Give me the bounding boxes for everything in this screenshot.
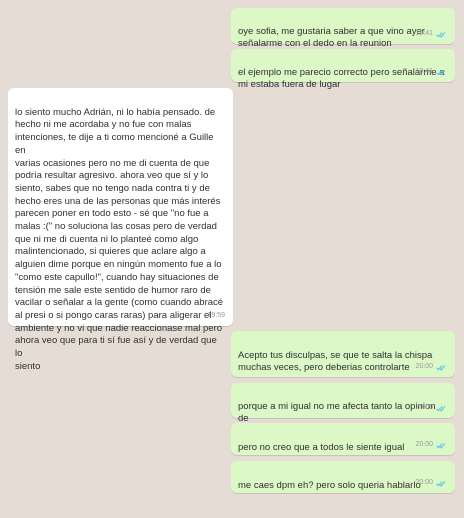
message-time: 20:00: [415, 363, 433, 371]
message-meta: 19:41: [415, 66, 447, 79]
message-meta: 20:00: [415, 477, 447, 490]
double-check-read-icon: [436, 443, 446, 449]
message-meta: 19:59: [207, 310, 225, 323]
message-bubble-outgoing[interactable]: porque a mi igual no me afecta tanto la …: [231, 383, 455, 437]
double-check-read-icon: [436, 70, 446, 76]
message-time: 19:59: [207, 312, 225, 320]
message-bubble-outgoing[interactable]: el ejemplo me parecio correcto pero seña…: [231, 49, 455, 90]
message-time: 20:00: [415, 404, 433, 412]
message-bubble-incoming[interactable]: lo siento mucho Adrián, ni lo había pens…: [8, 88, 233, 372]
double-check-read-icon: [436, 32, 446, 38]
message-time: 19:41: [415, 68, 433, 76]
chat-conversation: oye sofia, me gustaria saber a que vino …: [0, 0, 464, 499]
double-check-read-icon: [436, 406, 446, 412]
double-check-read-icon: [436, 365, 446, 371]
message-meta: 19:41: [415, 28, 447, 41]
message-bubble-outgoing[interactable]: Acepto tus disculpas, se que te salta la…: [231, 331, 455, 377]
message-text: lo siento mucho Adrián, ni lo había pens…: [15, 106, 224, 372]
message-meta: 20:00: [415, 439, 447, 452]
message-bubble-outgoing[interactable]: pero no creo que a todos le siente igual…: [231, 423, 455, 455]
message-bubble-outgoing[interactable]: oye sofia, me gustaria saber a que vino …: [231, 8, 455, 49]
message-time: 20:00: [415, 441, 433, 449]
message-bubble-outgoing[interactable]: me caes dpm eh? pero solo queria hablarl…: [231, 461, 455, 493]
message-time: 20:00: [415, 479, 433, 487]
message-time: 19:41: [415, 30, 433, 38]
double-check-read-icon: [436, 481, 446, 487]
message-meta: 20:00: [415, 361, 447, 374]
message-meta: 20:00: [415, 402, 447, 415]
